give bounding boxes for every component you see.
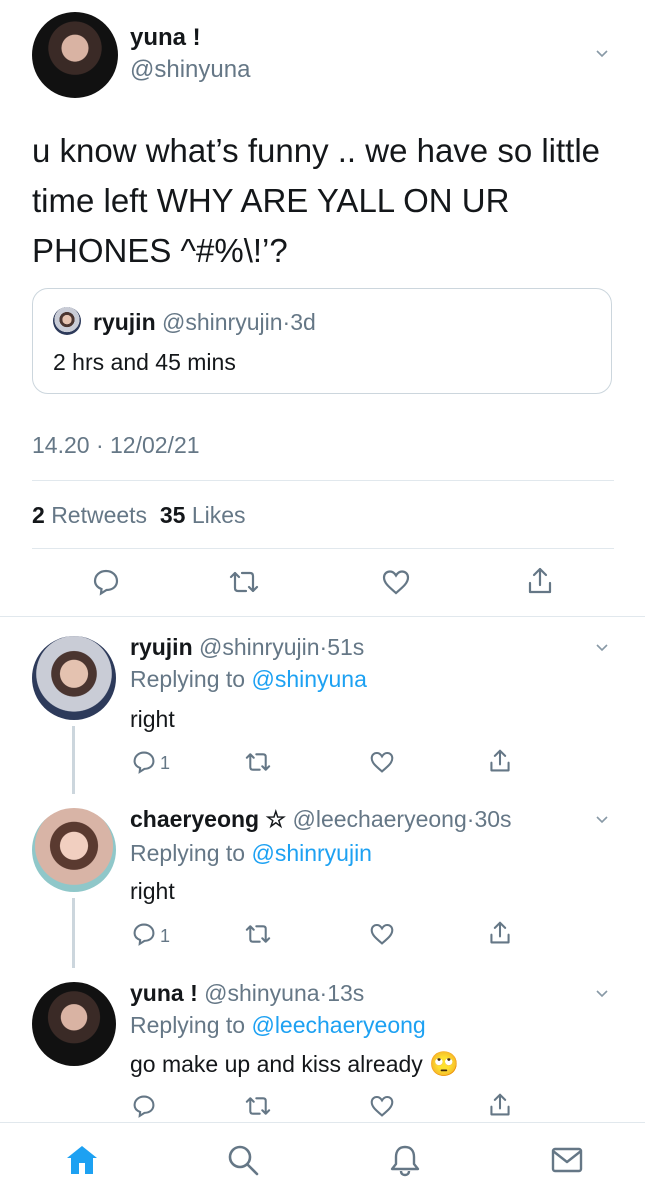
messages-icon[interactable] bbox=[550, 1145, 584, 1175]
replying-to: Replying to @shinyuna bbox=[130, 666, 367, 693]
author-name[interactable]: yuna ! bbox=[130, 24, 201, 52]
retweet-icon[interactable] bbox=[228, 568, 260, 596]
reply-time: 13s bbox=[327, 980, 365, 1006]
reply-count: 1 bbox=[160, 926, 171, 946]
quoted-author-avatar bbox=[53, 307, 81, 335]
reply-author-name[interactable]: yuna ! bbox=[130, 980, 198, 1006]
quoted-author-handle: @shinryujin bbox=[162, 309, 283, 335]
divider bbox=[32, 548, 614, 549]
reply-icon[interactable] bbox=[132, 922, 156, 946]
chevron-down-icon[interactable] bbox=[596, 814, 608, 826]
reply-text: right bbox=[130, 878, 175, 904]
tweet-stats: 2 Retweets 35 Likes bbox=[32, 502, 246, 529]
tweet-text: u know what’s funny .. we have so little… bbox=[32, 126, 600, 276]
reply-time: 30s bbox=[474, 806, 512, 832]
reply-author-handle[interactable]: @leechaeryeong bbox=[293, 806, 467, 832]
reply-avatar[interactable] bbox=[32, 982, 116, 1066]
reply-avatar[interactable] bbox=[32, 636, 116, 720]
tweet-text-line: u know what’s funny .. we have so little bbox=[32, 132, 601, 169]
reply-count: 1 bbox=[160, 753, 171, 773]
search-icon[interactable] bbox=[226, 1143, 260, 1177]
reply-header: chaeryeong ☆ @leechaeryeong·30s bbox=[130, 806, 512, 833]
quoted-tweet-card[interactable]: ryujin @shinryujin·3d 2 hrs and 45 mins bbox=[32, 288, 612, 394]
retweets-label: Retweets bbox=[51, 502, 148, 528]
replying-to-prefix: Replying to bbox=[130, 1012, 246, 1038]
reply-text: right bbox=[130, 706, 175, 732]
quoted-time: 3d bbox=[290, 309, 316, 335]
replying-to-link[interactable]: @leechaeryeong bbox=[251, 1012, 425, 1038]
tab-bar bbox=[0, 1122, 645, 1201]
reply-header: ryujin @shinryujin·51s bbox=[130, 634, 364, 661]
replying-to: Replying to @shinryujin bbox=[130, 840, 372, 867]
like-icon[interactable] bbox=[369, 750, 395, 774]
replying-to-link[interactable]: @shinyuna bbox=[251, 666, 366, 692]
likes-count: 35 bbox=[159, 502, 186, 528]
thread-line bbox=[72, 898, 75, 968]
share-icon[interactable] bbox=[526, 566, 554, 596]
retweet-icon[interactable] bbox=[244, 750, 272, 774]
like-icon[interactable] bbox=[369, 922, 395, 946]
author-avatar[interactable] bbox=[32, 12, 118, 98]
reply-icon[interactable] bbox=[132, 750, 156, 774]
like-icon[interactable] bbox=[381, 568, 411, 596]
divider bbox=[0, 616, 645, 617]
reply-author-name[interactable]: ryujin bbox=[130, 634, 193, 660]
reply-avatar[interactable] bbox=[32, 808, 116, 892]
replying-to-prefix: Replying to bbox=[130, 840, 246, 866]
tweet-text-line: time left WHY ARE YALL ON UR bbox=[32, 182, 510, 219]
replying-to: Replying to @leechaeryeong bbox=[130, 1012, 426, 1039]
replying-to-prefix: Replying to bbox=[130, 666, 246, 692]
retweets-stat[interactable]: 2 Retweets bbox=[32, 502, 147, 528]
retweet-icon[interactable] bbox=[244, 1094, 272, 1118]
share-icon[interactable] bbox=[488, 920, 512, 946]
reply-header: yuna ! @shinyuna·13s bbox=[130, 980, 364, 1007]
eye-roll-emoji: 🙄 bbox=[429, 1051, 460, 1078]
reply-icon[interactable] bbox=[92, 568, 120, 596]
quoted-author-name: ryujin bbox=[93, 309, 156, 335]
chevron-down-icon[interactable] bbox=[596, 48, 608, 60]
reply-author-handle[interactable]: @shinyuna bbox=[204, 980, 319, 1006]
reply-text: go make up and kiss already 🙄 bbox=[130, 1050, 459, 1079]
share-icon[interactable] bbox=[488, 748, 512, 774]
like-icon[interactable] bbox=[369, 1094, 395, 1118]
reply-time: 51s bbox=[327, 634, 365, 660]
notifications-icon[interactable] bbox=[388, 1143, 422, 1177]
divider bbox=[32, 480, 614, 481]
reply-text-content: go make up and kiss already bbox=[130, 1051, 423, 1077]
quoted-text: 2 hrs and 45 mins bbox=[53, 349, 236, 375]
reply-author-handle[interactable]: @shinryujin bbox=[199, 634, 320, 660]
chevron-down-icon[interactable] bbox=[596, 988, 608, 1000]
home-icon[interactable] bbox=[64, 1143, 100, 1177]
reply-author-name[interactable]: chaeryeong ☆ bbox=[130, 806, 286, 832]
tweet-timestamp: 14.20 · 12/02/21 bbox=[32, 432, 200, 458]
likes-stat[interactable]: 35 Likes bbox=[160, 502, 246, 528]
likes-label: Likes bbox=[191, 502, 246, 528]
retweets-count: 2 bbox=[32, 502, 45, 528]
author-handle[interactable]: @shinyuna bbox=[130, 56, 250, 84]
chevron-down-icon[interactable] bbox=[596, 642, 608, 654]
tweet-text-line: PHONES ^#%\!’? bbox=[32, 232, 288, 269]
thread-line bbox=[72, 726, 75, 794]
retweet-icon[interactable] bbox=[244, 922, 272, 946]
replying-to-link[interactable]: @shinryujin bbox=[251, 840, 372, 866]
share-icon[interactable] bbox=[488, 1092, 512, 1118]
reply-icon[interactable] bbox=[132, 1094, 156, 1118]
quoted-header: ryujin @shinryujin·3d bbox=[93, 309, 316, 336]
